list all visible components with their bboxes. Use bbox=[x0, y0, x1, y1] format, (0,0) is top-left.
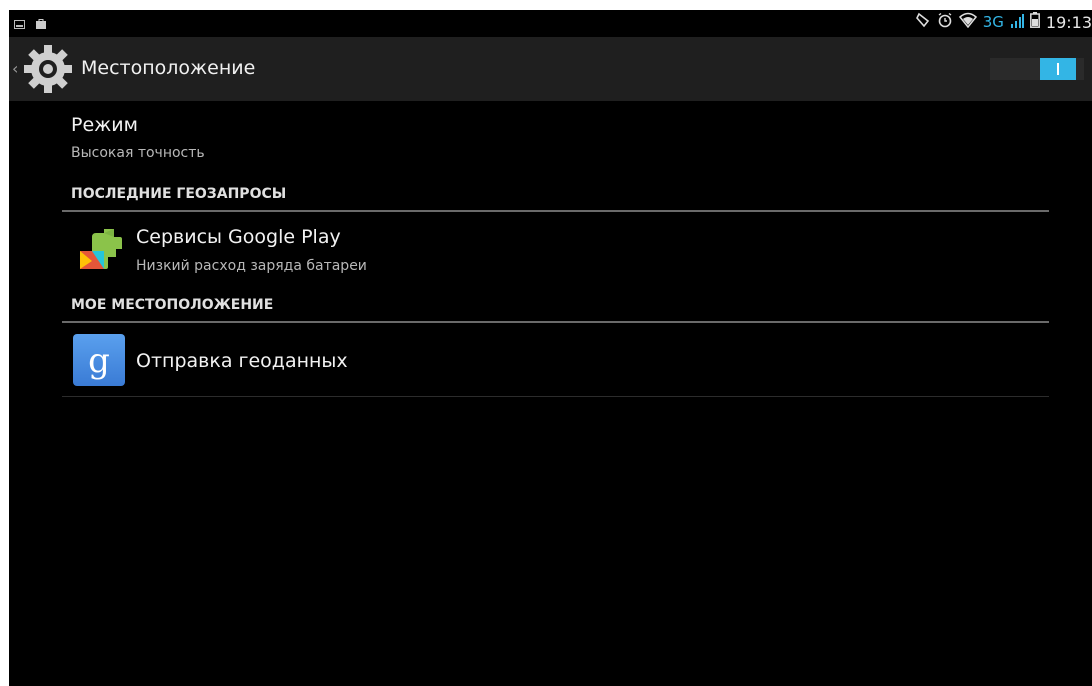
location-toggle-switch[interactable] bbox=[990, 58, 1084, 80]
image-icon bbox=[14, 15, 25, 34]
chevron-left-icon: ‹ bbox=[12, 59, 19, 78]
wifi-icon bbox=[958, 12, 977, 32]
clock: 19:13 bbox=[1045, 12, 1092, 32]
section-header-my-location: МОЕ МЕСТОПОЛОЖЕНИЕ bbox=[71, 297, 274, 313]
signal-icon bbox=[1010, 13, 1024, 32]
network-type-label: 3G bbox=[982, 13, 1004, 31]
section-header-recent-requests: ПОСЛЕДНИЕ ГЕОЗАПРОСЫ bbox=[71, 186, 287, 202]
page-title: Местоположение bbox=[81, 57, 256, 79]
shopping-bag-icon bbox=[35, 15, 47, 34]
toggle-knob bbox=[1040, 58, 1076, 80]
alarm-icon bbox=[937, 12, 953, 32]
up-button[interactable]: ‹ bbox=[9, 37, 75, 101]
svg-text:g: g bbox=[88, 341, 110, 381]
mode-setting-value: Высокая точность bbox=[71, 145, 205, 161]
mode-setting-item[interactable] bbox=[62, 106, 1049, 172]
section-divider bbox=[62, 321, 1049, 323]
list-item-google-play-services[interactable] bbox=[62, 213, 1049, 289]
screen: 3G 19:13 ‹ Местоположение Режим Высокая … bbox=[9, 10, 1092, 686]
section-divider bbox=[62, 210, 1049, 212]
list-item-title: Сервисы Google Play bbox=[136, 226, 341, 248]
mode-setting-title: Режим bbox=[71, 114, 138, 136]
status-bar: 3G 19:13 bbox=[9, 10, 1092, 37]
action-bar: ‹ Местоположение bbox=[9, 37, 1092, 101]
rotation-lock-icon bbox=[915, 12, 931, 32]
list-item-subtitle: Низкий расход заряда батареи bbox=[136, 258, 367, 274]
list-item-title: Отправка геоданных bbox=[136, 350, 348, 372]
battery-icon bbox=[1029, 12, 1040, 32]
google-play-services-icon bbox=[74, 223, 126, 275]
settings-gear-icon bbox=[22, 43, 74, 95]
list-divider bbox=[62, 396, 1049, 397]
google-search-icon: g bbox=[73, 334, 125, 386]
